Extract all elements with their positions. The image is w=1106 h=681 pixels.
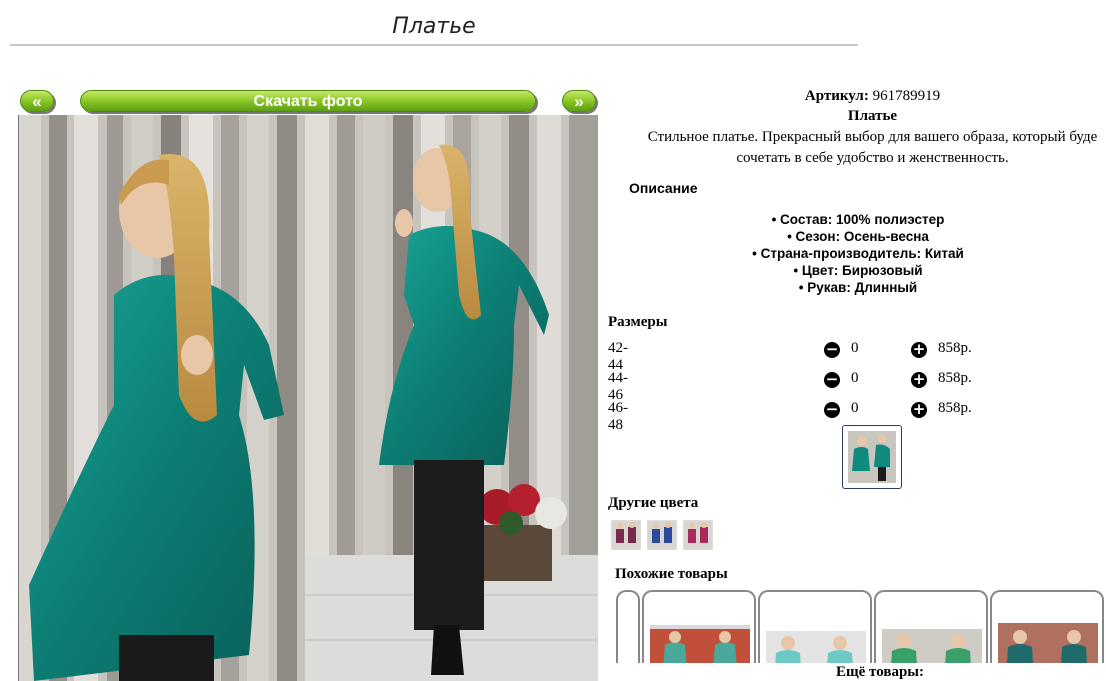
- minus-circle-icon[interactable]: −: [824, 402, 840, 418]
- description-line: сочетать в себе удобство и женственность…: [736, 150, 1009, 166]
- size-price: 858р.: [938, 370, 972, 386]
- property-item: Сезон: Осень-весна: [600, 228, 1106, 245]
- sku-label: Артикул:: [804, 88, 869, 104]
- next-photo-button[interactable]: »: [562, 90, 596, 112]
- plus-circle-icon[interactable]: +: [911, 402, 927, 418]
- similar-products-heading: Похожие товары: [615, 566, 728, 582]
- more-products-link[interactable]: Ещё товары:: [600, 663, 1106, 681]
- size-price: 858р.: [938, 400, 972, 416]
- size-price: 858р.: [938, 340, 972, 356]
- quantity-value: 0: [851, 370, 859, 386]
- property-item: Рукав: Длинный: [600, 279, 1106, 296]
- download-photo-button[interactable]: Скачать фото: [80, 90, 536, 112]
- page-title: Платье: [392, 14, 476, 39]
- minus-circle-icon[interactable]: −: [824, 372, 840, 388]
- description-line: Стильное платье. Прекрасный выбор для ва…: [647, 129, 1098, 145]
- size-label: 46-48: [608, 400, 628, 433]
- quantity-value: 0: [851, 340, 859, 356]
- product-photo: [18, 115, 598, 681]
- description-heading: Описание: [629, 180, 698, 196]
- product-description: Стильное платье. Прекрасный выбор для ва…: [600, 127, 1106, 169]
- color-variant-thumbnail[interactable]: [683, 520, 713, 550]
- plus-circle-icon[interactable]: +: [911, 372, 927, 388]
- other-colors-heading: Другие цвета: [608, 495, 699, 511]
- product-thumbnail[interactable]: [842, 425, 902, 489]
- minus-circle-icon[interactable]: −: [824, 342, 840, 358]
- property-item: Состав: 100% полиэстер: [600, 211, 1106, 228]
- property-item: Страна-производитель: Китай: [600, 245, 1106, 262]
- size-label: 42-44: [608, 340, 628, 373]
- title-divider: [10, 44, 858, 46]
- color-variant-thumbnail[interactable]: [611, 520, 641, 550]
- quantity-value: 0: [851, 400, 859, 416]
- plus-circle-icon[interactable]: +: [911, 342, 927, 358]
- sizes-heading: Размеры: [608, 314, 668, 330]
- product-sku: Артикул: 961789919: [600, 88, 1106, 105]
- property-item: Цвет: Бирюзовый: [600, 262, 1106, 279]
- prev-photo-button[interactable]: «: [20, 90, 54, 112]
- sku-value: 961789919: [872, 88, 941, 104]
- size-label: 44-46: [608, 370, 628, 403]
- product-name: Платье: [847, 108, 898, 124]
- color-variant-thumbnail[interactable]: [647, 520, 677, 550]
- product-properties: Состав: 100% полиэстер Сезон: Осень-весн…: [600, 211, 1106, 296]
